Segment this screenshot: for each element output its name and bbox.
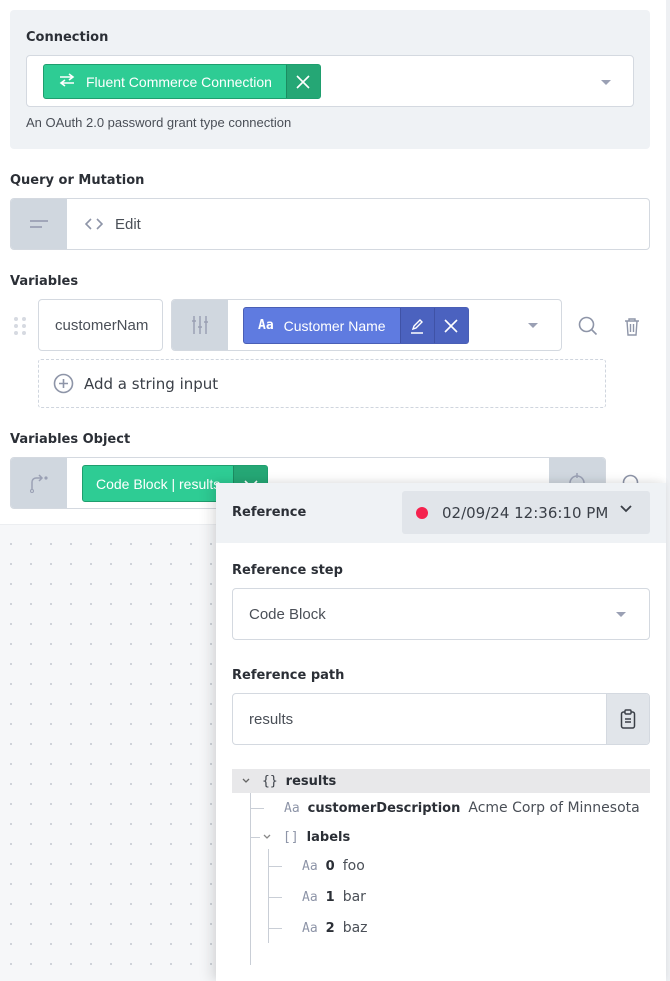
pencil-icon bbox=[411, 318, 424, 334]
chevron-down-icon[interactable] bbox=[242, 778, 250, 784]
connection-select[interactable]: Fluent Commerce Connection bbox=[26, 55, 634, 107]
variables-label: Variables bbox=[10, 274, 79, 289]
code-icon bbox=[85, 218, 103, 230]
tree-value: foo bbox=[342, 858, 365, 874]
drag-handle-icon[interactable] bbox=[14, 317, 26, 335]
sliders-icon bbox=[192, 316, 208, 334]
reference-popover: Reference 02/09/24 12:36:10 PM Reference… bbox=[216, 483, 666, 981]
search-variable-button[interactable] bbox=[576, 314, 600, 338]
connection-description: An OAuth 2.0 password grant type connect… bbox=[26, 115, 292, 130]
add-string-input-button[interactable]: Add a string input bbox=[38, 359, 606, 408]
array-type-icon: [] bbox=[283, 829, 299, 845]
query-type-addon[interactable] bbox=[11, 199, 67, 249]
text-type-icon: Aa bbox=[302, 889, 318, 905]
paste-button[interactable] bbox=[606, 694, 649, 744]
object-type-icon: {} bbox=[262, 773, 278, 789]
text-type-icon: Aa bbox=[284, 800, 300, 816]
edit-label: Edit bbox=[115, 215, 141, 233]
clipboard-icon bbox=[620, 709, 636, 729]
close-icon bbox=[444, 318, 458, 333]
reference-path-value[interactable]: results bbox=[233, 694, 606, 744]
edit-chip-button[interactable] bbox=[399, 308, 434, 343]
variables-object-label: Variables Object bbox=[10, 432, 131, 447]
variable-mode-addon[interactable] bbox=[172, 300, 228, 350]
search-icon bbox=[578, 316, 598, 336]
reference-path-label: Reference path bbox=[232, 668, 345, 683]
text-type-icon: Aa bbox=[302, 920, 318, 936]
tree-guide-line bbox=[250, 793, 251, 965]
tree-value: Acme Corp of Minnesota bbox=[468, 800, 640, 816]
workflow-canvas[interactable] bbox=[0, 524, 230, 981]
tree-key: labels bbox=[306, 829, 351, 845]
text-type-icon: Aa bbox=[302, 858, 318, 874]
reference-step-label: Reference step bbox=[232, 563, 343, 578]
dropdown-caret-icon[interactable] bbox=[528, 323, 538, 328]
tree-key: 2 bbox=[325, 920, 335, 936]
connection-label: Connection bbox=[26, 30, 109, 45]
run-status-dot bbox=[416, 506, 428, 519]
reference-step-select[interactable]: Code Block bbox=[232, 588, 650, 640]
tree-node-label-2[interactable]: Aa 2 baz bbox=[302, 916, 368, 940]
dropdown-caret-icon bbox=[616, 612, 626, 617]
add-string-input-label: Add a string input bbox=[84, 374, 219, 393]
tree-key: 1 bbox=[325, 889, 335, 905]
tree-value: baz bbox=[342, 920, 368, 936]
query-label: Query or Mutation bbox=[10, 173, 145, 188]
tree-branch-line bbox=[250, 808, 264, 809]
run-timestamp-select[interactable]: 02/09/24 12:36:10 PM bbox=[402, 491, 650, 534]
run-timestamp: 02/09/24 12:36:10 PM bbox=[442, 503, 609, 522]
popover-header: Reference 02/09/24 12:36:10 PM bbox=[216, 483, 666, 543]
delete-variable-button[interactable] bbox=[621, 314, 643, 338]
tree-key: 0 bbox=[325, 858, 335, 874]
trash-icon bbox=[625, 317, 639, 336]
tree-key: results bbox=[285, 773, 337, 789]
tree-node-label-1[interactable]: Aa 1 bar bbox=[302, 885, 366, 909]
chevron-down-icon bbox=[620, 505, 632, 513]
reference-path-input[interactable]: results bbox=[232, 693, 650, 745]
tree-node-customer-description[interactable]: Aa customerDescription Acme Corp of Minn… bbox=[284, 796, 640, 820]
variable-name-input[interactable]: customerNam bbox=[38, 299, 163, 351]
swap-arrows-icon bbox=[58, 73, 76, 90]
query-field: Edit bbox=[10, 198, 650, 250]
tree-value: bar bbox=[342, 889, 366, 905]
dropdown-caret-icon[interactable] bbox=[601, 80, 611, 85]
variable-value-field: Aa Customer Name bbox=[171, 299, 562, 351]
page-scrollbar[interactable] bbox=[666, 0, 670, 981]
tree-branch-line bbox=[250, 837, 260, 838]
remove-connection-button[interactable] bbox=[285, 65, 320, 98]
reference-step-value: Code Block bbox=[249, 606, 326, 623]
remove-chip-button[interactable] bbox=[433, 308, 468, 343]
tree-key: customerDescription bbox=[307, 800, 461, 816]
route-arrow-icon bbox=[30, 474, 48, 493]
connection-panel: Connection Fluent Commerce Connection An… bbox=[10, 10, 650, 149]
tree-branch-line bbox=[268, 866, 282, 867]
edit-query-button[interactable]: Edit bbox=[67, 199, 141, 249]
connection-chip[interactable]: Fluent Commerce Connection bbox=[43, 64, 321, 99]
customer-name-chip[interactable]: Aa Customer Name bbox=[243, 307, 469, 344]
close-icon bbox=[296, 74, 311, 89]
connection-chip-label: Fluent Commerce Connection bbox=[86, 73, 272, 90]
code-block-chip-label: Code Block | results bbox=[96, 475, 221, 492]
tree-node-label-0[interactable]: Aa 0 foo bbox=[302, 854, 365, 878]
tree-branch-line bbox=[268, 928, 282, 929]
customer-name-chip-label: Customer Name bbox=[283, 317, 386, 334]
tree-branch-line bbox=[268, 897, 282, 898]
plus-circle-icon bbox=[53, 373, 74, 394]
tree-node-results[interactable]: {} results bbox=[232, 769, 650, 793]
text-type-icon: Aa bbox=[258, 318, 274, 333]
chevron-down-icon[interactable] bbox=[263, 834, 271, 840]
tree-node-labels[interactable]: [] labels bbox=[263, 825, 350, 849]
text-lines-icon bbox=[30, 220, 48, 228]
reference-mode-addon[interactable] bbox=[11, 458, 67, 508]
popover-title: Reference bbox=[232, 505, 307, 520]
